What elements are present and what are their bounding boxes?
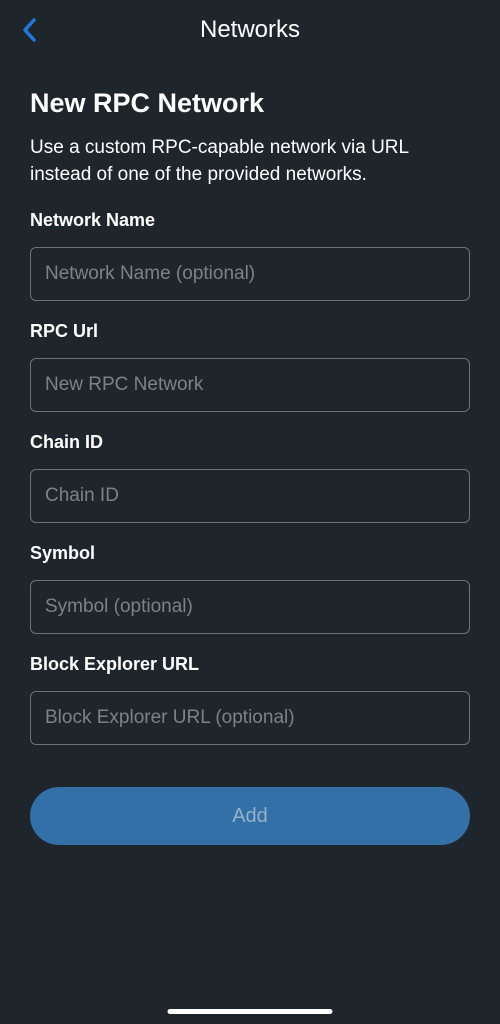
form-group-block-explorer: Block Explorer URL <box>30 654 470 745</box>
form-group-network-name: Network Name <box>30 210 470 301</box>
home-indicator <box>168 1009 333 1014</box>
block-explorer-label: Block Explorer URL <box>30 654 470 675</box>
symbol-label: Symbol <box>30 543 470 564</box>
symbol-input[interactable] <box>30 580 470 634</box>
rpc-url-label: RPC Url <box>30 321 470 342</box>
chain-id-label: Chain ID <box>30 432 470 453</box>
form-group-rpc-url: RPC Url <box>30 321 470 412</box>
content: New RPC Network Use a custom RPC-capable… <box>0 60 500 845</box>
chevron-left-icon <box>20 16 38 44</box>
form-group-chain-id: Chain ID <box>30 432 470 523</box>
chain-id-input[interactable] <box>30 469 470 523</box>
header-title: Networks <box>200 16 300 44</box>
block-explorer-input[interactable] <box>30 691 470 745</box>
rpc-url-input[interactable] <box>30 358 470 412</box>
page-description: Use a custom RPC-capable network via URL… <box>30 135 470 188</box>
form-group-symbol: Symbol <box>30 543 470 634</box>
network-name-input[interactable] <box>30 247 470 301</box>
page-title: New RPC Network <box>30 88 470 119</box>
header: Networks <box>0 0 500 60</box>
add-button[interactable]: Add <box>30 787 470 845</box>
network-name-label: Network Name <box>30 210 470 231</box>
back-button[interactable] <box>20 16 38 44</box>
